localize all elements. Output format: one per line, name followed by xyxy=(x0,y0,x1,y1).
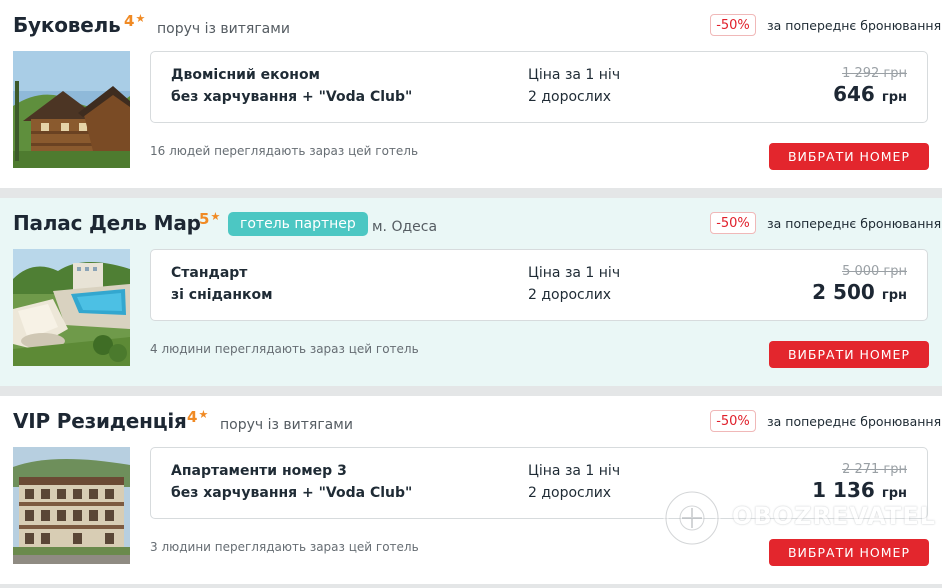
currency: грн xyxy=(881,90,907,105)
room-type: Двомісний економ xyxy=(171,67,321,83)
new-price-amount: 1 136 xyxy=(812,478,875,502)
hotel-stars: 4★ xyxy=(187,408,209,426)
hotel-stars: 4★ xyxy=(124,12,146,30)
room-type: Апартаменти номер 3 xyxy=(171,463,347,479)
new-price: 646 грн xyxy=(833,82,907,106)
old-price: 5 000 грн xyxy=(842,264,907,279)
hotel-photo[interactable] xyxy=(13,249,130,366)
new-price: 2 500 грн xyxy=(812,280,907,304)
new-price-amount: 646 xyxy=(833,82,875,106)
early-booking-note: за попереднє бронювання xyxy=(767,216,942,231)
hotel-photo[interactable] xyxy=(13,447,130,564)
hotel-location: м. Одеса xyxy=(372,219,438,235)
old-price: 1 292 грн xyxy=(842,66,907,81)
select-room-button[interactable]: ВИБРАТИ НОМЕР xyxy=(769,539,929,566)
new-price: 1 136 грн xyxy=(812,478,907,502)
hotel-name[interactable]: VIP Резиденція xyxy=(13,409,187,433)
old-price: 2 271 грн xyxy=(842,462,907,477)
viewers-count: 4 людини переглядають зараз цей готель xyxy=(150,342,419,356)
early-booking-note: за попереднє бронювання xyxy=(767,414,942,429)
room-board: зі сніданком xyxy=(171,287,273,303)
currency: грн xyxy=(881,486,907,501)
new-price-amount: 2 500 xyxy=(812,280,875,304)
hotel-card-palace-del-mar: Палас Дель Мар 5★ готель партнер м. Одес… xyxy=(0,198,942,386)
select-room-button[interactable]: ВИБРАТИ НОМЕР xyxy=(769,341,929,368)
viewers-count: 16 людей переглядають зараз цей готель xyxy=(150,144,419,158)
viewers-count: 3 людини переглядають зараз цей готель xyxy=(150,540,419,554)
price-label: Ціна за 1 ніч xyxy=(528,265,621,281)
hotel-photo[interactable] xyxy=(13,51,130,168)
room-offer[interactable]: Двомісний економ без харчування + "Voda … xyxy=(150,51,928,123)
hotel-name[interactable]: Буковель xyxy=(13,13,121,37)
hotel-stars: 5★ xyxy=(199,210,221,228)
guests: 2 дорослих xyxy=(528,485,612,501)
price-label: Ціна за 1 ніч xyxy=(528,463,621,479)
room-board: без харчування + "Voda Club" xyxy=(171,89,413,105)
hotel-name[interactable]: Палас Дель Мар xyxy=(13,211,201,235)
hotel-card-bukovel: Буковель 4★ поруч із витягами -50% за по… xyxy=(0,0,942,188)
guests: 2 дорослих xyxy=(528,287,612,303)
hotel-location: поруч із витягами xyxy=(157,21,290,37)
hotel-location: поруч із витягами xyxy=(220,417,353,433)
discount-badge: -50% xyxy=(710,410,756,432)
partner-badge: готель партнер xyxy=(228,212,368,236)
room-offer[interactable]: Стандарт зі сніданком Ціна за 1 ніч 2 до… xyxy=(150,249,928,321)
star-icon: ★ xyxy=(210,210,221,223)
room-offer[interactable]: Апартаменти номер 3 без харчування + "Vo… xyxy=(150,447,928,519)
star-icon: ★ xyxy=(198,408,209,421)
discount-badge: -50% xyxy=(710,14,756,36)
early-booking-note: за попереднє бронювання xyxy=(767,18,942,33)
hotel-card-vip-residence: VIP Резиденція 4★ поруч із витягами -50%… xyxy=(0,396,942,584)
room-type: Стандарт xyxy=(171,265,248,281)
star-icon: ★ xyxy=(135,12,146,25)
currency: грн xyxy=(881,288,907,303)
price-label: Ціна за 1 ніч xyxy=(528,67,621,83)
select-room-button[interactable]: ВИБРАТИ НОМЕР xyxy=(769,143,929,170)
discount-badge: -50% xyxy=(710,212,756,234)
guests: 2 дорослих xyxy=(528,89,612,105)
room-board: без харчування + "Voda Club" xyxy=(171,485,413,501)
